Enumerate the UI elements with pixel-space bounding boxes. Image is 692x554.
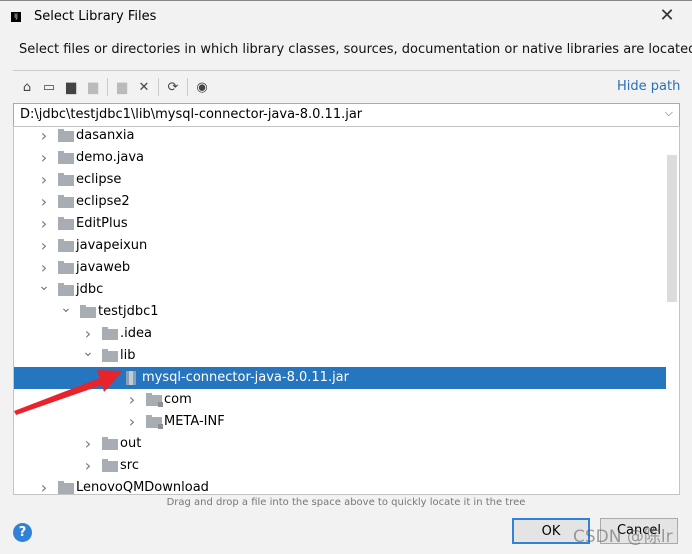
chevron-down-icon[interactable]: ⌵ xyxy=(665,106,673,120)
tree-row[interactable]: ⌄ jdbc xyxy=(14,279,666,301)
toolbar-separator xyxy=(187,78,188,96)
project-folder-icon[interactable]: ▆ xyxy=(60,77,82,97)
chevron-right-icon[interactable]: › xyxy=(38,235,50,257)
folder-icon xyxy=(80,305,96,318)
tree-row-label: javaweb xyxy=(76,260,131,275)
chevron-right-icon[interactable]: › xyxy=(38,147,50,169)
folder-icon xyxy=(58,239,74,252)
toolbar-separator xyxy=(107,78,108,96)
close-icon[interactable]: ✕ xyxy=(656,5,678,27)
chevron-right-icon[interactable]: › xyxy=(38,257,50,279)
chevron-right-icon[interactable]: › xyxy=(82,455,94,477)
tree-row-label: javapeixun xyxy=(76,238,148,253)
tree-row[interactable]: › META-INF xyxy=(14,411,666,433)
delete-icon[interactable]: ✕ xyxy=(133,77,155,97)
tree-row-label: eclipse xyxy=(76,172,122,187)
tree-row-label: .idea xyxy=(120,326,152,341)
tree-row-label: EditPlus xyxy=(76,216,128,231)
folder-icon xyxy=(102,459,118,472)
watermark: CSDN @陈lr xyxy=(573,527,673,547)
help-button[interactable]: ? xyxy=(13,523,32,542)
chevron-right-icon[interactable]: › xyxy=(82,323,94,345)
desktop-icon[interactable]: ▭ xyxy=(38,77,60,97)
file-tree[interactable]: › LenovoQMDownload › src › out › META-INF › com ⌄ m… xyxy=(13,126,680,495)
divider xyxy=(13,70,680,71)
refresh-icon[interactable]: ⟳ xyxy=(162,77,184,97)
tree-row-label: out xyxy=(120,436,142,451)
scrollbar-thumb[interactable] xyxy=(667,155,677,302)
chevron-right-icon[interactable]: › xyxy=(38,127,50,147)
tree-row[interactable]: ⌄ lib xyxy=(14,345,666,367)
tree-row-label: jdbc xyxy=(76,282,104,297)
chevron-right-icon[interactable]: › xyxy=(38,191,50,213)
folder-icon xyxy=(58,261,74,274)
folder-icon xyxy=(58,283,74,296)
chevron-down-icon[interactable]: ⌄ xyxy=(38,279,50,293)
folder-icon xyxy=(58,151,74,164)
tree-row-label: demo.java xyxy=(76,150,145,165)
chevron-right-icon[interactable]: › xyxy=(126,389,138,411)
jar-icon xyxy=(126,371,136,385)
intellij-logo-icon: IJ xyxy=(8,9,24,25)
drag-drop-hint: Drag and drop a file into the space abov… xyxy=(166,497,526,508)
tree-row[interactable]: › out xyxy=(14,433,666,455)
tree-row-label: eclipse2 xyxy=(76,194,130,209)
window-title: Select Library Files xyxy=(34,9,157,24)
show-hidden-icon[interactable]: ◉ xyxy=(191,77,213,97)
tree-row[interactable]: › javaweb xyxy=(14,257,666,279)
toolbar-separator xyxy=(158,78,159,96)
tree-row[interactable]: › dasanxia xyxy=(14,127,666,147)
toolbar: ⌂ ▭ ▆ ▆ ▆ ✕ ⟳ ◉ xyxy=(16,77,213,97)
tree-row[interactable]: › LenovoQMDownload xyxy=(14,477,666,495)
folder-icon xyxy=(102,349,118,362)
folder-icon xyxy=(58,481,74,494)
chevron-right-icon[interactable]: › xyxy=(126,411,138,433)
tree-row[interactable]: › .idea xyxy=(14,323,666,345)
folder-icon xyxy=(102,437,118,450)
folder-icon xyxy=(58,195,74,208)
home-icon[interactable]: ⌂ xyxy=(16,77,38,97)
folder-icon xyxy=(58,129,74,142)
chevron-down-icon[interactable]: ⌄ xyxy=(104,367,116,381)
tree-row[interactable]: › demo.java xyxy=(14,147,666,169)
tree-row[interactable]: ⌄ mysql-connector-java-8.0.11.jar xyxy=(14,367,666,389)
tree-row-label: src xyxy=(120,458,139,473)
path-value: D:\jdbc\testjdbc1\lib\mysql-connector-ja… xyxy=(20,107,363,122)
tree-row[interactable]: › eclipse2 xyxy=(14,191,666,213)
title-bar: IJ Select Library Files ✕ xyxy=(0,0,692,34)
tree-row[interactable]: › eclipse xyxy=(14,169,666,191)
chevron-right-icon[interactable]: › xyxy=(38,213,50,235)
folder-icon xyxy=(58,217,74,230)
hide-path-link[interactable]: Hide path xyxy=(617,79,680,94)
path-input[interactable]: D:\jdbc\testjdbc1\lib\mysql-connector-ja… xyxy=(13,103,680,127)
chevron-right-icon[interactable]: › xyxy=(38,169,50,191)
new-folder-icon[interactable]: ▆ xyxy=(111,77,133,97)
tree-row-label: dasanxia xyxy=(76,128,135,143)
tree-row-label: mysql-connector-java-8.0.11.jar xyxy=(142,370,349,385)
folder-icon xyxy=(58,173,74,186)
tree-row[interactable]: › src xyxy=(14,455,666,477)
folder-icon xyxy=(102,327,118,340)
module-folder-icon[interactable]: ▆ xyxy=(82,77,104,97)
tree-row-label: lib xyxy=(120,348,136,363)
chevron-down-icon[interactable]: ⌄ xyxy=(60,301,72,315)
tree-row[interactable]: › com xyxy=(14,389,666,411)
tree-row[interactable]: ⌄ testjdbc1 xyxy=(14,301,666,323)
chevron-down-icon[interactable]: ⌄ xyxy=(82,345,94,359)
tree-row-label: META-INF xyxy=(164,414,225,429)
dialog-description: Select files or directories in which lib… xyxy=(19,42,692,57)
tree-row-label: com xyxy=(164,392,192,407)
tree-row-label: testjdbc1 xyxy=(98,304,159,319)
tree-row-label: LenovoQMDownload xyxy=(76,480,209,495)
tree-row[interactable]: › javapeixun xyxy=(14,235,666,257)
package-folder-icon xyxy=(146,415,163,429)
chevron-right-icon[interactable]: › xyxy=(82,433,94,455)
tree-row[interactable]: › EditPlus xyxy=(14,213,666,235)
chevron-right-icon[interactable]: › xyxy=(38,477,50,494)
package-folder-icon xyxy=(146,393,163,407)
